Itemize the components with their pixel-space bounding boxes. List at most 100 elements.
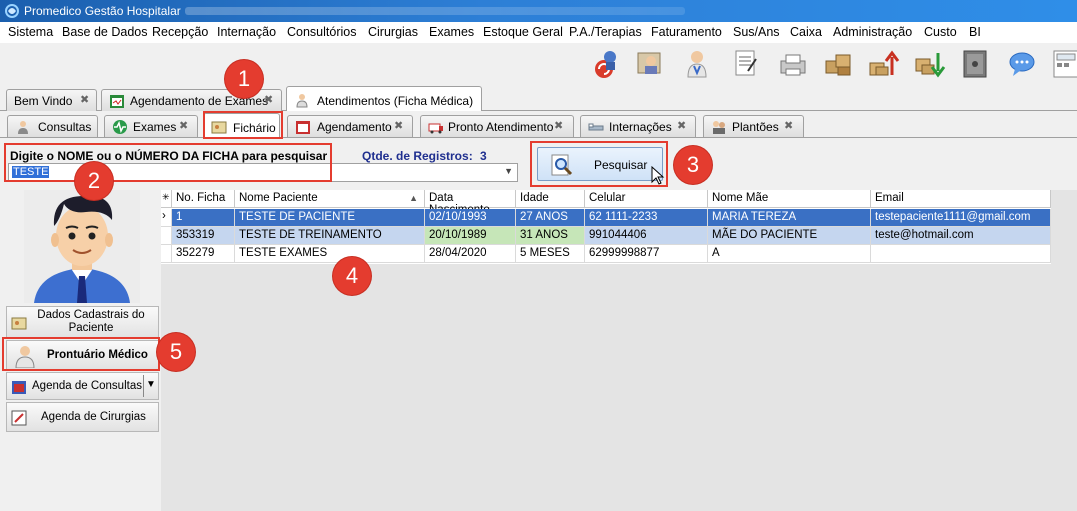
column-header[interactable]: Idade [516, 190, 585, 208]
calendar-icon [12, 381, 26, 394]
menu-custo[interactable]: Custo [924, 25, 957, 39]
card-file-icon [11, 317, 27, 330]
close-icon[interactable]: ✖ [554, 119, 563, 132]
highlight-prontuario-button [2, 337, 160, 371]
stock-down-icon[interactable] [912, 47, 946, 81]
column-header[interactable]: Celular [585, 190, 708, 208]
record-count-label: Qtde. de Registros: [362, 149, 473, 163]
menu-internacao[interactable]: Internação [217, 25, 276, 39]
side-button-label: Agenda de Consultas [32, 380, 142, 392]
tab-exames[interactable]: Exames ✖ [104, 115, 198, 137]
tab-label: Agendamento [317, 120, 392, 134]
dados-cadastrais-button[interactable]: Dados Cadastrais do Paciente [6, 306, 159, 338]
ambulance-icon [428, 123, 443, 134]
calculator-icon[interactable] [1050, 47, 1077, 81]
step-badge-1: 1 [225, 60, 263, 98]
menu-sus-ans[interactable]: Sus/Ans [733, 25, 780, 39]
tab-atendimentos[interactable]: Atendimentos (Ficha Médica) [286, 86, 482, 111]
menu-bar: Sistema Base de Dados Recepção Internaçã… [0, 22, 1077, 43]
close-icon[interactable]: ✖ [784, 119, 793, 132]
column-header[interactable]: Nome Paciente ▲ [235, 190, 425, 208]
menu-consultorios[interactable]: Consultórios [287, 25, 356, 39]
menu-base-de-dados[interactable]: Base de Dados [62, 25, 147, 39]
step-badge-2: 2 [75, 162, 113, 200]
row-selector-header: ✳ [161, 190, 172, 208]
document-icon[interactable] [728, 47, 762, 81]
column-header[interactable]: Nome Mãe [708, 190, 871, 208]
menu-recepcao[interactable]: Recepção [152, 25, 208, 39]
column-header[interactable]: No. Ficha [172, 190, 235, 208]
menu-pa-terapias[interactable]: P.A./Terapias [569, 25, 642, 39]
results-table: ✳ No. Ficha Nome Paciente▲ Data Nascimen… [161, 190, 1051, 264]
tab-agendamento[interactable]: Agendamento ✖ [287, 115, 413, 137]
tab-consultas[interactable]: Consultas [7, 115, 98, 137]
calendar-icon [110, 95, 124, 108]
close-icon[interactable]: ✖ [264, 93, 273, 106]
menu-administracao[interactable]: Administração [833, 25, 912, 39]
tab-internacoes[interactable]: Internações ✖ [580, 115, 696, 137]
sort-ascending-icon: ▲ [409, 193, 418, 203]
record-count-value: 3 [480, 149, 487, 163]
tab-label: Pronto Atendimento [448, 120, 554, 134]
step-badge-4: 4 [333, 257, 371, 295]
tab-plantoes[interactable]: Plantões ✖ [703, 115, 804, 137]
table-row[interactable]: › 1 TESTE DE PACIENTE 02/10/1993 27 ANOS… [161, 209, 1051, 227]
tab-pronto-atendimento[interactable]: Pronto Atendimento ✖ [420, 115, 574, 137]
inventory-icon[interactable] [822, 47, 856, 81]
table-row[interactable]: 353319 TESTE DE TREINAMENTO 20/10/1989 3… [161, 227, 1051, 245]
close-icon[interactable]: ✖ [80, 93, 89, 106]
side-button-label: Agenda de Cirurgias [41, 411, 146, 423]
dropdown-arrow-icon[interactable]: ▼ [143, 375, 158, 397]
menu-exames[interactable]: Exames [429, 25, 474, 39]
highlight-search-button [530, 141, 668, 187]
highlight-search-input [4, 143, 332, 182]
close-icon[interactable]: ✖ [677, 119, 686, 132]
menu-estoque-geral[interactable]: Estoque Geral [483, 25, 563, 39]
tab-label: Consultas [38, 120, 92, 134]
table-row[interactable]: 352279 TESTE EXAMES 28/04/2020 5 MESES 6… [161, 245, 1051, 263]
title-blurred-info [185, 7, 685, 15]
column-header[interactable]: Email [871, 190, 1051, 208]
menu-faturamento[interactable]: Faturamento [651, 25, 722, 39]
row-indicator-icon: › [161, 209, 172, 227]
toolbar [0, 43, 1077, 87]
patient-icon [18, 121, 28, 134]
printer-icon[interactable] [776, 47, 810, 81]
surgery-schedule-icon [11, 410, 27, 426]
menu-cirurgias[interactable]: Cirurgias [368, 25, 418, 39]
sub-tab-baseline [0, 137, 1077, 138]
tab-label: Atendimentos (Ficha Médica) [317, 94, 474, 108]
side-button-label: Dados Cadastrais do Paciente [37, 309, 145, 334]
safe-icon[interactable] [958, 47, 992, 81]
menu-sistema[interactable]: Sistema [8, 25, 53, 39]
refresh-icon[interactable] [588, 47, 622, 81]
chat-icon[interactable] [1005, 47, 1039, 81]
patient-avatar [24, 190, 140, 303]
tab-label: Bem Vindo [14, 94, 73, 108]
reception-icon[interactable] [634, 47, 668, 81]
tab-bem-vindo[interactable]: Bem Vindo ✖ [6, 89, 97, 111]
doctor-icon[interactable] [680, 47, 714, 81]
tab-label: Internações [609, 120, 672, 134]
menu-bi[interactable]: BI [969, 25, 981, 39]
doctor-icon [296, 94, 308, 108]
tab-label: Exames [133, 120, 177, 134]
stock-up-icon[interactable] [866, 47, 900, 81]
pulse-icon [113, 120, 127, 134]
window-title: Promedico Gestão Hospitalar [24, 4, 181, 18]
app-logo-icon [5, 4, 19, 18]
close-icon[interactable]: ✖ [179, 119, 188, 132]
menu-caixa[interactable]: Caixa [790, 25, 822, 39]
highlight-fichario-tab [203, 111, 283, 139]
calendar-icon [296, 121, 310, 134]
column-header[interactable]: Data Nascimento [425, 190, 516, 216]
agenda-cirurgias-button[interactable]: Agenda de Cirurgias [6, 402, 159, 432]
step-badge-3: 3 [674, 146, 712, 184]
step-badge-5: 5 [157, 333, 195, 371]
title-bar: Promedico Gestão Hospitalar [0, 0, 1077, 22]
close-icon[interactable]: ✖ [394, 119, 403, 132]
team-icon [713, 121, 725, 134]
tab-label: Plantões [732, 120, 779, 134]
chevron-down-icon[interactable]: ▼ [504, 166, 513, 176]
agenda-consultas-button[interactable]: Agenda de Consultas ▼ [6, 372, 159, 400]
